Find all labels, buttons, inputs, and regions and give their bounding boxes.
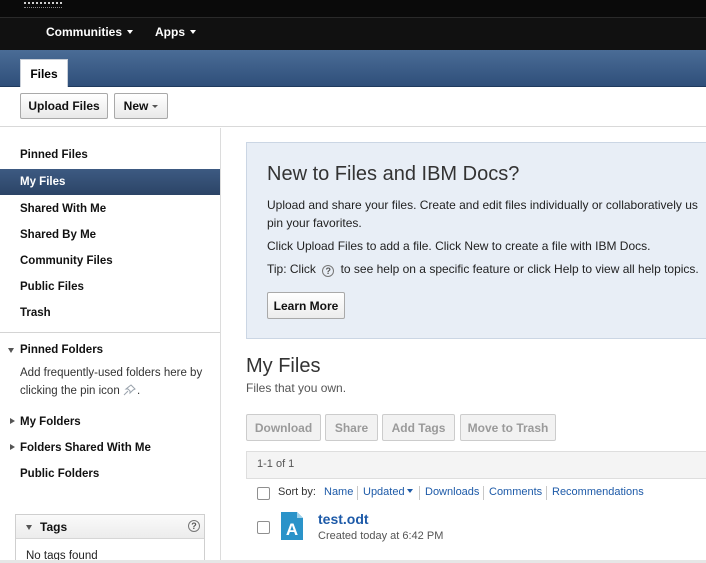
sidebar-item-shared-by-me[interactable]: Shared By Me (0, 222, 220, 248)
expand-down-icon (8, 348, 14, 353)
sort-by-updated[interactable]: Updated (363, 486, 413, 498)
welcome-text-line: Click Upload Files to add a file. Click … (267, 239, 651, 253)
action-bar: Upload Files New (0, 87, 706, 127)
upload-files-button[interactable]: Upload Files (20, 93, 108, 119)
tip-suffix: to see help on a specific feature or cli… (340, 262, 699, 276)
tags-header[interactable]: Tags ? (16, 515, 204, 539)
learn-more-button[interactable]: Learn More (267, 292, 345, 319)
folders-shared-with-me-toggle[interactable]: Folders Shared With Me (0, 437, 220, 459)
chevron-down-icon (406, 489, 413, 493)
sort-by-comments[interactable]: Comments (489, 486, 542, 498)
chevron-down-icon (127, 30, 134, 34)
apps-menu[interactable]: Apps (155, 25, 197, 39)
my-folders-toggle[interactable]: My Folders (0, 411, 220, 433)
logo-icon[interactable] (24, 2, 62, 8)
page-subtitle: Files that you own. (246, 381, 347, 395)
sort-by-updated-label: Updated (363, 486, 405, 498)
expand-right-icon (10, 444, 15, 450)
table-row: A test.odt Created today at 6:42 PM (246, 507, 706, 557)
pin-icon (123, 384, 136, 396)
file-name-link[interactable]: test.odt (318, 511, 369, 527)
apps-menu-label: Apps (155, 25, 186, 39)
welcome-text-line: pin your favorites. (267, 216, 362, 230)
sort-separator (419, 486, 420, 500)
top-nav-menu: Communities Apps (46, 25, 197, 39)
tip-prefix: Tip: Click (267, 262, 316, 276)
sort-separator (546, 486, 547, 500)
row-checkbox[interactable] (257, 521, 270, 534)
sort-by-recommendations[interactable]: Recommendations (552, 486, 644, 498)
my-folders-label: My Folders (20, 416, 81, 428)
paging-count: 1-1 of 1 (257, 458, 295, 470)
sidebar-item-shared-with-me[interactable]: Shared With Me (0, 196, 220, 222)
file-icon-letter: A (286, 520, 298, 539)
share-button[interactable]: Share (325, 414, 378, 441)
chevron-down-icon (152, 104, 159, 108)
expand-right-icon (10, 418, 15, 424)
tags-title: Tags (40, 520, 68, 534)
page-title: My Files (246, 355, 321, 377)
move-to-trash-button[interactable]: Move to Trash (460, 414, 556, 441)
chevron-down-icon (190, 30, 197, 34)
download-button[interactable]: Download (246, 414, 321, 441)
tab-files[interactable]: Files (20, 59, 68, 87)
welcome-tip: Tip: Click ? to see help on a specific f… (267, 262, 699, 277)
sidebar-item-pinned-files[interactable]: Pinned Files (0, 142, 220, 168)
sort-label: Sort by: (278, 486, 316, 498)
pinned-folders-hint-end: . (136, 385, 141, 397)
top-navigation-bar: Communities Apps (0, 0, 706, 50)
pinned-folders-hint: Add frequently-used folders here by clic… (20, 364, 218, 400)
select-all-checkbox[interactable] (257, 487, 270, 500)
new-button[interactable]: New (114, 93, 168, 119)
app-banner: Files (0, 50, 706, 87)
communities-menu-label: Communities (46, 25, 123, 39)
sidebar-item-public-files[interactable]: Public Files (0, 274, 220, 300)
sidebar-item-trash[interactable]: Trash (0, 300, 220, 326)
help-icon[interactable]: ? (188, 520, 200, 532)
sidebar-item-community-files[interactable]: Community Files (0, 248, 220, 274)
sidebar: Pinned Files My Files Shared With Me Sha… (0, 128, 221, 563)
sort-by-name[interactable]: Name (324, 486, 353, 498)
file-meta: Created today at 6:42 PM (318, 530, 444, 542)
add-tags-button[interactable]: Add Tags (382, 414, 455, 441)
sidebar-divider (0, 332, 220, 333)
tags-widget: Tags ? No tags found (15, 514, 205, 563)
welcome-panel: New to Files and IBM Docs? Upload and sh… (246, 142, 706, 339)
sort-separator (483, 486, 484, 500)
sidebar-item-my-files[interactable]: My Files (0, 169, 220, 195)
help-icon: ? (322, 265, 335, 277)
sort-by-downloads[interactable]: Downloads (425, 486, 479, 498)
sort-bar: Sort by: Name Updated Downloads Comments… (246, 481, 706, 507)
collapse-icon (26, 525, 32, 530)
pinned-folders-toggle[interactable]: Pinned Folders (0, 339, 220, 361)
welcome-text-line: Upload and share your files. Create and … (267, 198, 698, 212)
pinned-folders-label: Pinned Folders (20, 344, 104, 356)
pinned-folders-hint-text: Add frequently-used folders here by clic… (20, 367, 203, 397)
public-folders-link[interactable]: Public Folders (0, 463, 220, 485)
global-header-strip (0, 0, 706, 18)
document-file-icon: A (281, 512, 303, 540)
paging-bar: 1-1 of 1 (246, 451, 706, 479)
communities-menu[interactable]: Communities (46, 25, 134, 39)
welcome-title: New to Files and IBM Docs? (267, 163, 520, 185)
new-button-label: New (123, 99, 149, 113)
folders-shared-with-me-label: Folders Shared With Me (20, 442, 151, 454)
sort-separator (357, 486, 358, 500)
